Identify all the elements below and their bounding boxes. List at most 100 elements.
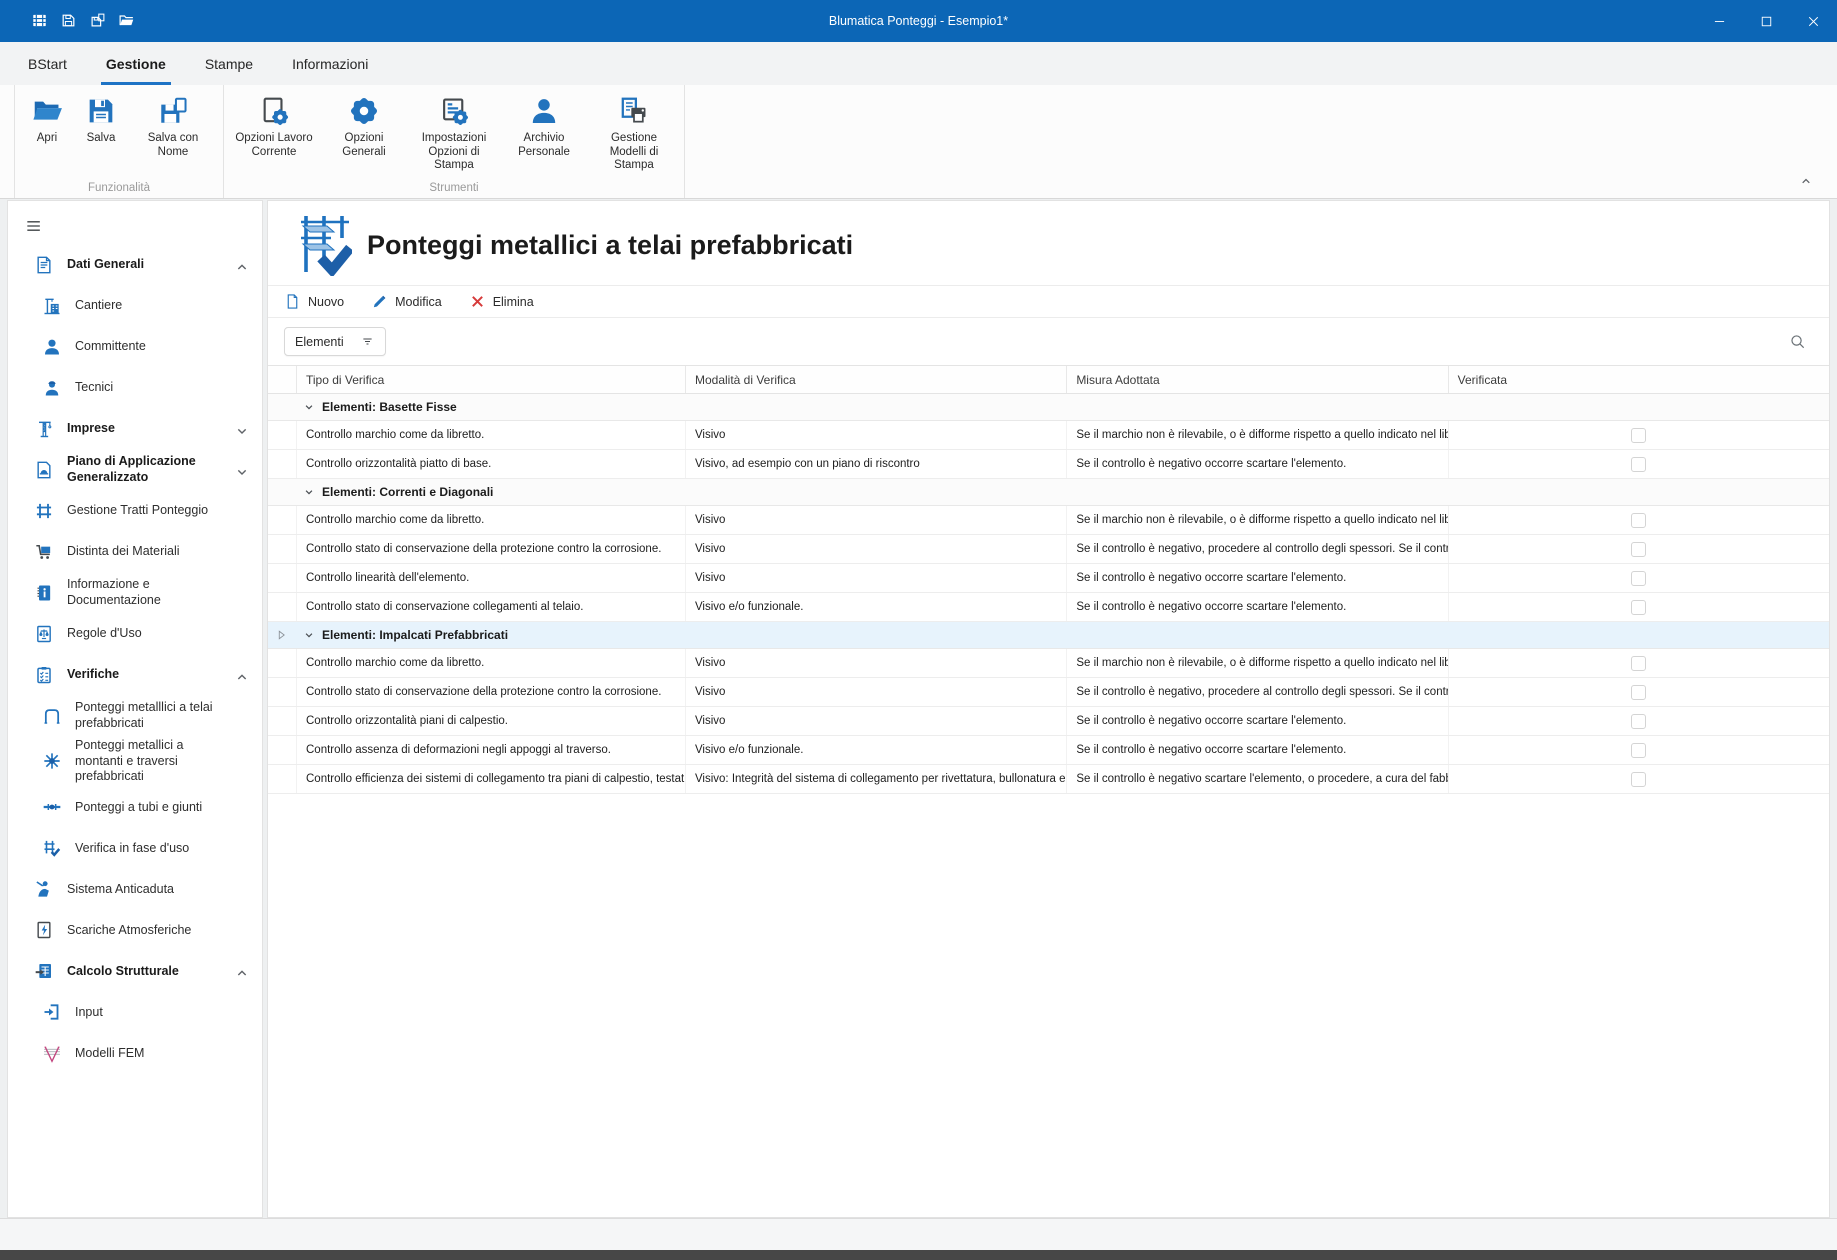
table-row[interactable]: Controllo marchio come da libretto. Visi…: [268, 649, 1829, 678]
table-row[interactable]: Controllo orizzontalità piatto di base. …: [268, 450, 1829, 479]
tab-stampe[interactable]: Stampe: [202, 42, 256, 85]
group-row-elementi-impalcati-prefabbricati[interactable]: Elementi: Impalcati Prefabbricati: [268, 622, 1829, 649]
sidebar-item-piano-di-applicazione-generalizzato[interactable]: Piano di Applicazione Generalizzato: [8, 449, 262, 490]
cell-verificata: [1448, 736, 1829, 764]
cell-verificata: [1448, 649, 1829, 677]
sidebar-item-verifica-in-fase-d-uso[interactable]: Verifica in fase d'uso: [8, 828, 262, 869]
grid-body: Elementi: Basette Fisse Controllo marchi…: [268, 394, 1829, 794]
verificata-checkbox[interactable]: [1631, 714, 1646, 729]
cell-tipo: Controllo stato di conservazione della p…: [296, 535, 685, 563]
tab-bstart[interactable]: BStart: [25, 42, 70, 85]
verificata-checkbox[interactable]: [1631, 772, 1646, 787]
sidebar-menu-toggle[interactable]: [8, 201, 262, 244]
verificata-checkbox[interactable]: [1631, 743, 1646, 758]
table-row[interactable]: Controllo linearità dell'elemento. Visiv…: [268, 564, 1829, 593]
verificata-checkbox[interactable]: [1631, 428, 1646, 443]
cell-tipo: Controllo orizzontalità piatto di base.: [296, 450, 685, 478]
sidebar-item-distinta-dei-materiali[interactable]: Distinta dei Materiali: [8, 531, 262, 572]
grid-header-tipo[interactable]: Tipo di Verifica: [296, 366, 685, 393]
table-row[interactable]: Controllo marchio come da libretto. Visi…: [268, 421, 1829, 450]
sidebar: Dati Generali Cantiere Committente Tecni…: [7, 200, 263, 1218]
ribbon-collapse-button[interactable]: [1797, 172, 1815, 190]
cell-misura: Se il controllo è negativo occorre scart…: [1066, 564, 1447, 592]
cell-tipo: Controllo linearità dell'elemento.: [296, 564, 685, 592]
toolbar-button-nuovo[interactable]: Nuovo: [284, 293, 344, 310]
ribbon-button-apri[interactable]: Apri: [21, 92, 73, 146]
group-row-elementi-basette-fisse[interactable]: Elementi: Basette Fisse: [268, 394, 1829, 421]
x-red-icon: [469, 293, 486, 310]
table-row[interactable]: Controllo assenza di deformazioni negli …: [268, 736, 1829, 765]
pencil-icon: [371, 293, 388, 310]
tri-right-icon: [273, 627, 289, 643]
sidebar-item-informazione-e-documentazione[interactable]: Informazione e Documentazione: [8, 572, 262, 613]
verificata-checkbox[interactable]: [1631, 571, 1646, 586]
toolbar-button-modifica[interactable]: Modifica: [371, 293, 442, 310]
ribbon-button-archivio-personale[interactable]: Archivio Personale: [500, 92, 588, 159]
sidebar-item-scariche-atmosferiche[interactable]: Scariche Atmosferiche: [8, 910, 262, 951]
close-button[interactable]: [1790, 0, 1837, 42]
page-gear-icon: [258, 95, 290, 127]
ribbon-button-salva-con-nome[interactable]: Salva con Nome: [129, 92, 217, 159]
qat-open-folder-button[interactable]: [118, 12, 135, 30]
verificata-checkbox[interactable]: [1631, 542, 1646, 557]
table-row[interactable]: Controllo orizzontalità piani di calpest…: [268, 707, 1829, 736]
search-button[interactable]: [1788, 332, 1807, 351]
main-panel: Ponteggi metallici a telai prefabbricati…: [267, 200, 1830, 1218]
ribbon-button-gestione-modelli-di-stampa[interactable]: Gestione Modelli di Stampa: [590, 92, 678, 173]
maximize-button[interactable]: [1743, 0, 1790, 42]
verificata-checkbox[interactable]: [1631, 656, 1646, 671]
sidebar-item-sistema-anticaduta[interactable]: Sistema Anticaduta: [8, 869, 262, 910]
sidebar-item-modelli-fem[interactable]: Modelli FEM: [8, 1033, 262, 1074]
sidebar-item-regole-d-uso[interactable]: Regole d'Uso: [8, 613, 262, 654]
tab-gestione[interactable]: Gestione: [103, 42, 169, 85]
qat-save-button[interactable]: [60, 12, 77, 30]
ribbon-button-impostazioni-opzioni-di-stampa[interactable]: Impostazioni Opzioni di Stampa: [410, 92, 498, 173]
fem-icon: [42, 1043, 62, 1063]
table-row[interactable]: Controllo stato di conservazione collega…: [268, 593, 1829, 622]
verificata-checkbox[interactable]: [1631, 685, 1646, 700]
sidebar-item-committente[interactable]: Committente: [8, 326, 262, 367]
tab-informazioni[interactable]: Informazioni: [289, 42, 371, 85]
sidebar-item-tecnici[interactable]: Tecnici: [8, 367, 262, 408]
table-row[interactable]: Controllo stato di conservazione della p…: [268, 678, 1829, 707]
sidebar-item-ponteggi-a-tubi-e-giunti[interactable]: Ponteggi a tubi e giunti: [8, 787, 262, 828]
table-row[interactable]: Controllo stato di conservazione della p…: [268, 535, 1829, 564]
verificata-checkbox[interactable]: [1631, 457, 1646, 472]
verificata-checkbox[interactable]: [1631, 600, 1646, 615]
qat-save-as-button[interactable]: [89, 12, 106, 30]
toolbar-button-elimina[interactable]: Elimina: [469, 293, 534, 310]
verificata-checkbox[interactable]: [1631, 513, 1646, 528]
sidebar-item-input[interactable]: Input: [8, 992, 262, 1033]
filter-row: Elementi: [268, 318, 1829, 365]
grid-header-misura[interactable]: Misura Adottata: [1066, 366, 1447, 393]
grid-header-verificata[interactable]: Verificata: [1448, 366, 1829, 393]
ribbon-button-opzioni-generali[interactable]: Opzioni Generali: [320, 92, 408, 159]
sidebar-item-imprese[interactable]: Imprese: [8, 408, 262, 449]
sidebar-item-dati-generali[interactable]: Dati Generali: [8, 244, 262, 285]
main-header: Ponteggi metallici a telai prefabbricati: [268, 201, 1829, 285]
ribbon-button-salva[interactable]: Salva: [75, 92, 127, 146]
sidebar-item-ponteggi-metalllici-a-telai-prefabbricati[interactable]: Ponteggi metalllici a telai prefabbricat…: [8, 695, 262, 736]
cell-verificata: [1448, 450, 1829, 478]
cell-misura: Se il controllo è negativo, procedere al…: [1066, 678, 1447, 706]
cell-verificata: [1448, 678, 1829, 706]
cell-modalita: Visivo e/o funzionale.: [685, 736, 1066, 764]
sidebar-item-cantiere[interactable]: Cantiere: [8, 285, 262, 326]
sidebar-item-ponteggi-metallici-a-montanti-e-traversi-prefabbricati[interactable]: Ponteggi metallici a montanti e traversi…: [8, 736, 262, 787]
qat-app-button[interactable]: [31, 12, 48, 30]
sidebar-item-verifiche[interactable]: Verifiche: [8, 654, 262, 695]
ribbon-button-opzioni-lavoro-corrente[interactable]: Opzioni Lavoro Corrente: [230, 92, 318, 159]
sidebar-item-gestione-tratti-ponteggio[interactable]: Gestione Tratti Ponteggio: [8, 490, 262, 531]
minimize-button[interactable]: [1696, 0, 1743, 42]
table-row[interactable]: Controllo efficienza dei sistemi di coll…: [268, 765, 1829, 794]
table-row[interactable]: Controllo marchio come da libretto. Visi…: [268, 506, 1829, 535]
sidebar-item-calcolo-strutturale[interactable]: Calcolo Strutturale: [8, 951, 262, 992]
open-folder-icon: [118, 12, 135, 29]
chev-down-dark-icon: [301, 484, 317, 500]
elementi-dropdown[interactable]: Elementi: [284, 327, 386, 356]
cell-verificata: [1448, 506, 1829, 534]
rules-icon: [34, 624, 54, 644]
cell-misura: Se il marchio non è rilevabile, o è diff…: [1066, 506, 1447, 534]
grid-header-modalita[interactable]: Modalità di Verifica: [685, 366, 1066, 393]
group-row-elementi-correnti-e-diagonali[interactable]: Elementi: Correnti e Diagonali: [268, 479, 1829, 506]
